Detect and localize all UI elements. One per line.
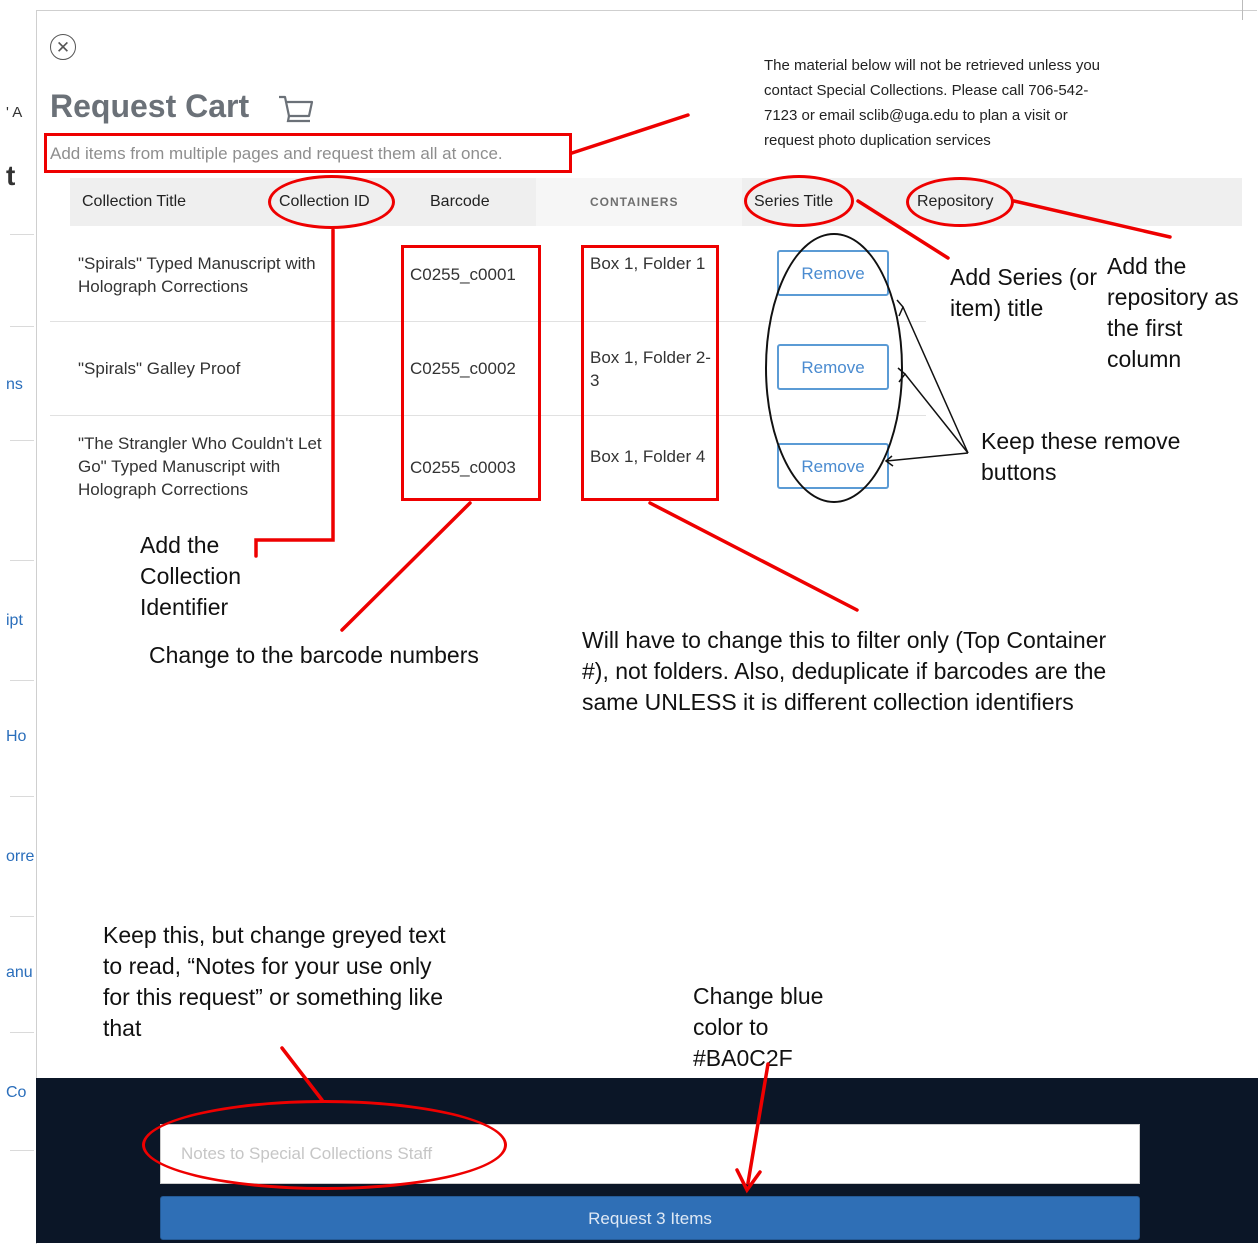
- annotation-lines: [254, 113, 1172, 1194]
